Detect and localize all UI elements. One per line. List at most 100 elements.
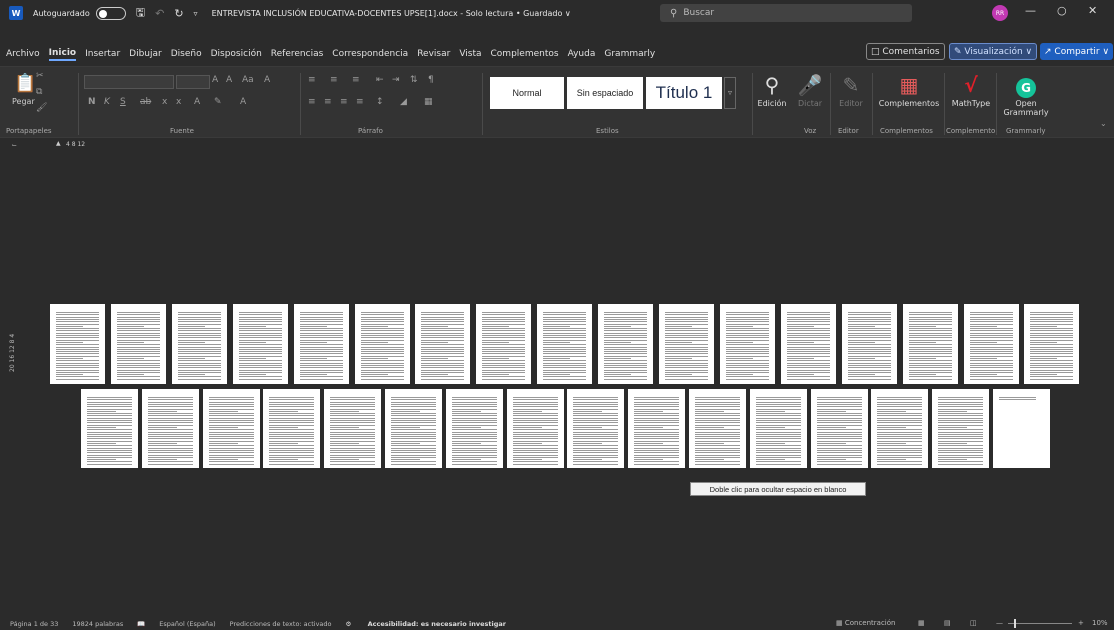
styles-more-button[interactable]: ▿ [724,77,736,109]
page-thumbnail[interactable] [324,389,382,468]
clear-format-icon[interactable]: A [264,75,270,85]
indent-marker-icon[interactable]: ▲ [56,140,61,147]
bullets-icon[interactable]: ≡ [308,75,316,85]
style-normal[interactable]: Normal [490,77,564,109]
customize-toolbar-icon[interactable]: ▿ [194,9,198,18]
tab-grammarly[interactable]: Grammarly [604,49,655,59]
page-thumbnail[interactable] [902,304,958,384]
page-thumbnail[interactable] [780,304,836,384]
complementos-button[interactable]: ▦ Complementos [876,73,942,108]
style-sin-espaciado[interactable]: Sin espaciado [567,77,643,109]
close-icon[interactable]: ✕ [1088,4,1097,17]
underline-icon[interactable]: S [120,97,126,107]
editor-button[interactable]: ✎ Editor [834,73,868,108]
page-thumbnail[interactable] [628,389,686,468]
page-thumbnail[interactable] [659,304,714,384]
style-titulo-1[interactable]: Título 1 [646,77,722,109]
mathtype-button[interactable]: √ MathType [948,73,994,108]
page-thumbnail[interactable] [841,304,897,384]
tab-complementos[interactable]: Complementos [491,49,559,59]
page-thumbnail[interactable] [293,304,349,384]
restore-icon[interactable]: ○ [1057,4,1067,17]
redo-icon[interactable]: ↻ [174,7,183,20]
text-effects-icon[interactable]: A [194,97,200,107]
save-icon[interactable]: 🖫 [136,4,145,23]
page-thumbnail[interactable] [963,304,1019,384]
word-count[interactable]: 19824 palabras [72,620,123,628]
page-thumbnail[interactable] [141,389,199,468]
tab-vista[interactable]: Vista [459,49,481,59]
page-thumbnail[interactable] [537,304,593,384]
horizontal-ruler[interactable]: ⌙ ▲ 4 8 12 [0,140,1114,152]
print-layout-icon[interactable]: ▤ [944,619,951,627]
page-thumbnail[interactable] [749,389,807,468]
cut-icon[interactable]: ✂ [36,71,44,81]
page-thumbnail[interactable] [415,304,471,384]
tab-disposicion[interactable]: Disposición [211,49,262,59]
focus-mode[interactable]: ▦ Concentración [836,619,895,627]
align-left-icon[interactable]: ≡ [308,97,316,107]
paste-label[interactable]: Pegar [12,97,35,106]
tab-ayuda[interactable]: Ayuda [568,49,596,59]
page-thumbnail[interactable] [598,304,654,384]
page-thumbnail[interactable] [50,304,105,384]
copy-icon[interactable]: ⧉ [36,87,42,97]
text-predictions[interactable]: Predicciones de texto: activado [230,620,332,628]
page-thumbnail[interactable] [476,304,532,384]
undo-icon[interactable]: ↶ [155,7,164,20]
share-button[interactable]: ↗ Compartir ∨ [1040,43,1114,60]
page-thumbnail[interactable] [506,389,564,468]
open-grammarly-button[interactable]: G Open Grammarly [1000,73,1052,117]
strikethrough-icon[interactable]: ab [140,97,151,107]
page-thumbnail[interactable] [871,389,929,468]
visualization-button[interactable]: ✎ Visualización ∨ [949,43,1038,60]
format-painter-icon[interactable]: 🖌 [36,103,47,113]
grow-font-icon[interactable]: A [212,75,218,85]
zoom-slider-thumb[interactable] [1014,619,1016,628]
page-thumbnail[interactable] [719,304,775,384]
superscript-icon[interactable]: x [176,97,181,107]
subscript-icon[interactable]: x [162,97,167,107]
multilevel-list-icon[interactable]: ≡ [352,75,360,85]
sort-icon[interactable]: ⇅ [410,75,418,85]
numbering-icon[interactable]: ≡ [330,75,338,85]
page-thumbnail[interactable] [354,304,410,384]
tab-selector-icon[interactable]: ⌙ [12,142,17,149]
tab-referencias[interactable]: Referencias [271,49,324,59]
page-thumbnail[interactable] [689,389,746,468]
zoom-in-icon[interactable]: + [1078,619,1084,627]
change-case-icon[interactable]: Aa [242,75,254,85]
justify-icon[interactable]: ≡ [356,97,364,107]
page-thumbnail[interactable] [1024,304,1080,384]
page-thumbnail[interactable] [171,304,227,384]
line-spacing-icon[interactable]: ↕ [376,97,384,107]
decrease-indent-icon[interactable]: ⇤ [376,75,384,85]
highlight-icon[interactable]: ✎ [214,97,222,107]
page-thumbnail[interactable] [263,389,321,468]
proofing-icon[interactable]: 📖 [137,620,145,628]
minimize-icon[interactable]: — [1025,4,1036,17]
comments-button[interactable]: □ Comentarios [866,43,945,60]
font-size-combo[interactable] [176,75,210,89]
zoom-slider[interactable] [1008,619,1072,628]
bold-icon[interactable]: N [88,97,96,107]
dictar-button[interactable]: 🎤 Dictar [794,73,826,108]
align-right-icon[interactable]: ≡ [340,97,348,107]
shrink-font-icon[interactable]: A [226,75,232,85]
tab-insertar[interactable]: Insertar [85,49,120,59]
italic-icon[interactable]: K [104,97,110,107]
align-center-icon[interactable]: ≡ [324,97,332,107]
tab-archivo[interactable]: Archivo [6,49,40,59]
borders-icon[interactable]: ▦ [424,97,433,107]
language[interactable]: Español (España) [159,620,215,628]
page-counter[interactable]: Página 1 de 33 [10,620,58,628]
shading-icon[interactable]: ◢ [400,97,407,107]
font-family-combo[interactable] [84,75,174,89]
page-thumbnail[interactable] [993,389,1050,468]
ribbon-collapse-icon[interactable]: ⌄ [1100,119,1107,128]
page-thumbnail[interactable] [932,389,990,468]
zoom-out-icon[interactable]: — [996,619,1003,627]
font-color-icon[interactable]: A [240,97,246,107]
increase-indent-icon[interactable]: ⇥ [392,75,400,85]
read-mode-icon[interactable]: ▦ [918,619,925,627]
